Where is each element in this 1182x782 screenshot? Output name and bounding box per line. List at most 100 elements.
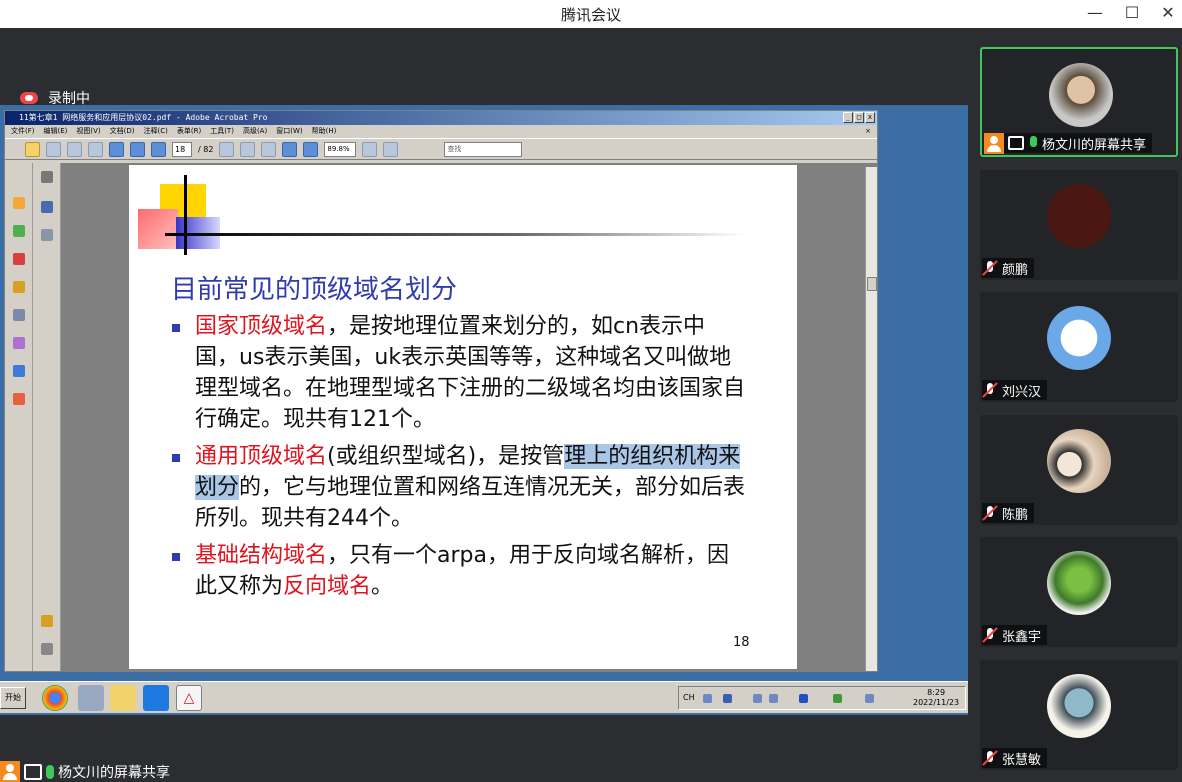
cloud-record-icon [20, 92, 38, 104]
participant-tile[interactable]: 杨文川的屏幕共享 [980, 47, 1178, 157]
mic-muted-icon [982, 382, 998, 398]
acrobat-minimize-button[interactable]: _ [843, 112, 853, 123]
menu-document[interactable]: 文档(D) [110, 125, 135, 138]
document-close-icon[interactable]: × [865, 125, 871, 138]
form-icon[interactable] [13, 337, 25, 349]
bookmarks-icon[interactable] [41, 201, 53, 213]
menu-advanced[interactable]: 高级(A) [243, 125, 267, 138]
participant-tile[interactable]: 张慧敏 [980, 660, 1178, 770]
attachment-icon[interactable] [41, 643, 53, 655]
tray-clock: 8:29 2022/11/23 [913, 688, 959, 708]
mic-on-icon [1028, 135, 1038, 151]
tool-strip-icon[interactable] [13, 253, 25, 265]
bullet-list: 国家顶级域名，是按地理位置来划分的，如cn表示中国，us表示美国，uk表示英国等… [169, 311, 749, 608]
mic-muted-icon [982, 505, 998, 521]
bullet-item: 基础结构域名，只有一个arpa，用于反向域名解析，因此又称为反向域名。 [169, 540, 749, 602]
mic-muted-icon [982, 627, 998, 643]
menu-forms[interactable]: 表单(R) [177, 125, 201, 138]
term-infrastructure-domain: 基础结构域名 [195, 543, 328, 568]
avatar [1047, 674, 1111, 738]
scrollbar-thumb[interactable] [867, 277, 877, 291]
language-indicator[interactable]: CH [683, 693, 695, 702]
avatar [1047, 184, 1111, 248]
find-input[interactable]: 查找 [444, 141, 523, 157]
hand-tool-icon[interactable] [240, 141, 256, 157]
menu-view[interactable]: 视图(V) [76, 125, 100, 138]
previous-page-icon[interactable] [130, 141, 145, 157]
page-number-input[interactable]: 18 [172, 141, 192, 157]
participant-tile[interactable]: 张鑫宇 [980, 537, 1178, 647]
tool-strip-icon[interactable] [13, 197, 25, 209]
screen-share-icon [1008, 136, 1024, 150]
signatures-icon[interactable] [41, 229, 53, 241]
menu-help[interactable]: 帮助(H) [312, 125, 337, 138]
network-icon[interactable] [865, 694, 874, 703]
tray-icon[interactable] [703, 694, 712, 703]
acrobat-maximize-button[interactable]: □ [854, 112, 864, 123]
zoom-in-icon[interactable] [303, 141, 319, 157]
mic-muted-icon [982, 260, 998, 276]
minimize-button[interactable]: — [1080, 2, 1110, 24]
search-web-icon[interactable] [109, 141, 124, 157]
acrobat-icon[interactable]: △ [176, 685, 202, 711]
close-button[interactable]: ✕ [1153, 2, 1182, 24]
folder-icon[interactable] [110, 685, 136, 711]
zoom-level-select[interactable]: 89.8% [324, 141, 357, 157]
term-generic-tld: 通用顶级域名 [195, 444, 328, 469]
acrobat-window-title: 11第七章1 网络服务和应用层协议02.pdf - Adobe Acrobat … [19, 113, 268, 122]
acrobat-close-button[interactable]: x [865, 112, 875, 123]
comments-icon[interactable] [41, 615, 53, 627]
participant-tile[interactable]: 颜鹏 [980, 170, 1178, 280]
participant-name: 刘兴汉 [1002, 384, 1042, 400]
participant-nameplate: 颜鹏 [982, 258, 1035, 278]
pages-icon[interactable] [41, 171, 53, 183]
tray-icon[interactable] [753, 694, 762, 703]
bullet-item: 国家顶级域名，是按地理位置来划分的，如cn表示中国，us表示美国，uk表示英国等… [169, 311, 749, 435]
tool-strip-icon[interactable] [13, 393, 25, 405]
participant-name: 张慧敏 [1002, 752, 1042, 768]
participant-name: 陈鹏 [1002, 507, 1029, 523]
fit-page-icon[interactable] [383, 141, 399, 157]
next-page-icon[interactable] [151, 141, 166, 157]
zoom-out-icon[interactable] [282, 141, 298, 157]
bullet-text: 。 [371, 574, 394, 599]
participant-tile[interactable]: 陈鹏 [980, 415, 1178, 525]
print-icon[interactable] [46, 141, 61, 157]
avatar [1047, 306, 1111, 370]
bullet-item: 通用顶级域名(或组织型域名)，是按管理上的组织机构来划分的，它与地理位置和网络互… [169, 441, 749, 534]
stamp-icon[interactable] [13, 365, 25, 377]
menu-comments[interactable]: 注释(C) [144, 125, 168, 138]
vertical-scrollbar[interactable] [865, 167, 877, 671]
pen-icon[interactable] [13, 309, 25, 321]
document-viewport: 目前常见的顶级域名划分 国家顶级域名，是按地理位置来划分的，如cn表示中国，us… [5, 163, 877, 671]
select-tool-icon[interactable] [219, 141, 235, 157]
save-icon[interactable] [67, 141, 82, 157]
share-label: 杨文川的屏幕共享 [58, 764, 170, 781]
total-pages: / 82 [198, 144, 214, 154]
tool-strip-icon[interactable] [13, 225, 25, 237]
zoom-tool-icon[interactable] [261, 141, 277, 157]
open-icon[interactable] [25, 141, 40, 157]
tencent-meeting-icon[interactable] [143, 685, 169, 711]
participant-nameplate: 杨文川的屏幕共享 [984, 132, 1153, 154]
help-icon[interactable] [723, 694, 732, 703]
term-country-tld: 国家顶级域名 [195, 314, 328, 339]
bluetooth-icon[interactable] [799, 694, 808, 703]
single-page-icon[interactable] [362, 141, 378, 157]
participant-panel: 杨文川的屏幕共享 颜鹏 刘兴汉 陈鹏 张鑫宇 张慧敏 [968, 30, 1182, 782]
menu-edit[interactable]: 编辑(E) [44, 125, 68, 138]
lock-icon[interactable] [13, 281, 25, 293]
tray-icon[interactable] [769, 694, 778, 703]
menu-file[interactable]: 文件(F) [11, 125, 35, 138]
email-icon[interactable] [88, 141, 103, 157]
menu-tools[interactable]: 工具(T) [210, 125, 234, 138]
tray-icon[interactable] [833, 694, 842, 703]
app-icon[interactable] [78, 685, 104, 711]
start-button[interactable]: 开始 [0, 687, 26, 709]
acrobat-title-bar: 11第七章1 网络服务和应用层协议02.pdf - Adobe Acrobat … [5, 111, 877, 125]
menu-window[interactable]: 窗口(W) [276, 125, 302, 138]
decoration [138, 209, 178, 249]
maximize-button[interactable]: ☐ [1117, 2, 1147, 24]
chrome-icon[interactable] [42, 685, 68, 711]
participant-tile[interactable]: 刘兴汉 [980, 292, 1178, 402]
